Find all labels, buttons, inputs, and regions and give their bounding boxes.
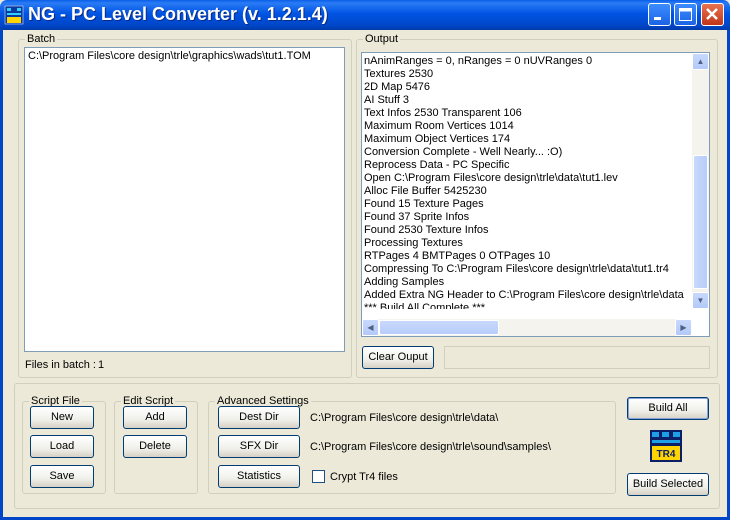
build-selected-button[interactable]: Build Selected: [627, 473, 709, 496]
output-line: Text Infos 2530 Transparent 106: [364, 107, 522, 119]
logo-text: TR4: [657, 449, 676, 460]
batch-list[interactable]: C:\Program Files\core design\trle\graphi…: [24, 47, 345, 352]
batch-list-item[interactable]: C:\Program Files\core design\trle\graphi…: [28, 50, 311, 62]
minimize-icon: [654, 17, 661, 20]
output-lines: nAnimRanges = 0, nRanges = 0 nUVRanges 0…: [364, 55, 684, 309]
output-line: Found 2530 Texture Infos: [364, 224, 489, 236]
minimize-button[interactable]: [648, 3, 671, 26]
scroll-right-icon[interactable]: ▶: [675, 319, 692, 336]
sfx-dir-button[interactable]: SFX Dir: [218, 435, 300, 458]
save-script-button[interactable]: Save: [30, 465, 94, 488]
maximize-icon: [679, 8, 692, 21]
output-line: Textures 2530: [364, 68, 434, 80]
output-line: Alloc File Buffer 5425230: [364, 185, 487, 197]
statistics-button[interactable]: Statistics: [218, 465, 300, 488]
clear-output-button[interactable]: Clear Ouput: [362, 346, 434, 369]
dest-dir-path: C:\Program Files\core design\trle\data\: [310, 412, 499, 424]
progress-bar: [444, 346, 710, 369]
output-line: Reprocess Data - PC Specific: [364, 159, 510, 171]
scroll-down-icon[interactable]: ▼: [692, 292, 709, 309]
window-title: NG - PC Level Converter (v. 1.2.1.4): [28, 4, 328, 24]
output-line: Open C:\Program Files\core design\trle\d…: [364, 172, 618, 184]
output-line: nAnimRanges = 0, nRanges = 0 nUVRanges 0: [364, 55, 593, 67]
vertical-scroll-thumb[interactable]: [693, 155, 708, 289]
sfx-dir-path: C:\Program Files\core design\trle\sound\…: [310, 441, 551, 453]
output-line: Processing Textures: [364, 237, 463, 249]
delete-button[interactable]: Delete: [123, 435, 187, 458]
load-script-button[interactable]: Load: [30, 435, 94, 458]
horizontal-scroll-thumb[interactable]: [379, 320, 499, 335]
output-line: RTPages 4 BMTPages 0 OTPages 10: [364, 250, 551, 262]
output-legend: Output: [365, 33, 399, 45]
app-icon: [4, 5, 24, 25]
output-line: Compressing To C:\Program Files\core des…: [364, 263, 669, 275]
output-horizontal-scrollbar[interactable]: ◀ ▶: [362, 319, 692, 336]
output-vertical-scrollbar[interactable]: ▲ ▼: [692, 53, 709, 309]
tr4-logo-icon: TR4: [650, 430, 682, 462]
output-line: Adding Samples: [364, 276, 445, 288]
output-line: Added Extra NG Header to C:\Program File…: [364, 289, 684, 301]
close-icon: [706, 8, 718, 20]
scroll-left-icon[interactable]: ◀: [362, 319, 379, 336]
title-bar[interactable]: NG - PC Level Converter (v. 1.2.1.4): [0, 0, 730, 30]
crypt-tr4-label: Crypt Tr4 files: [330, 471, 398, 483]
output-line: Found 37 Sprite Infos: [364, 211, 470, 223]
files-in-batch-count: 1: [98, 359, 105, 371]
maximize-button[interactable]: [674, 3, 697, 26]
crypt-tr4-checkbox[interactable]: [312, 470, 325, 483]
files-in-batch-label: Files in batch :: [25, 359, 96, 371]
new-script-button[interactable]: New: [30, 406, 94, 429]
output-line: 2D Map 5476: [364, 81, 431, 93]
scroll-up-icon[interactable]: ▲: [692, 53, 709, 70]
output-textbox[interactable]: nAnimRanges = 0, nRanges = 0 nUVRanges 0…: [361, 52, 710, 337]
dest-dir-button[interactable]: Dest Dir: [218, 406, 300, 429]
close-button[interactable]: [701, 3, 724, 26]
batch-legend: Batch: [27, 33, 56, 45]
output-line: *** Build All Complete ***: [364, 302, 486, 309]
output-line: Maximum Room Vertices 1014: [364, 120, 514, 132]
output-line: Found 15 Texture Pages: [364, 198, 484, 210]
build-all-button[interactable]: Build All: [627, 397, 709, 420]
output-line: AI Stuff 3: [364, 94, 410, 106]
output-line: Conversion Complete - Well Nearly... :O): [364, 146, 563, 158]
output-line: Maximum Object Vertices 174: [364, 133, 511, 145]
add-button[interactable]: Add: [123, 406, 187, 429]
